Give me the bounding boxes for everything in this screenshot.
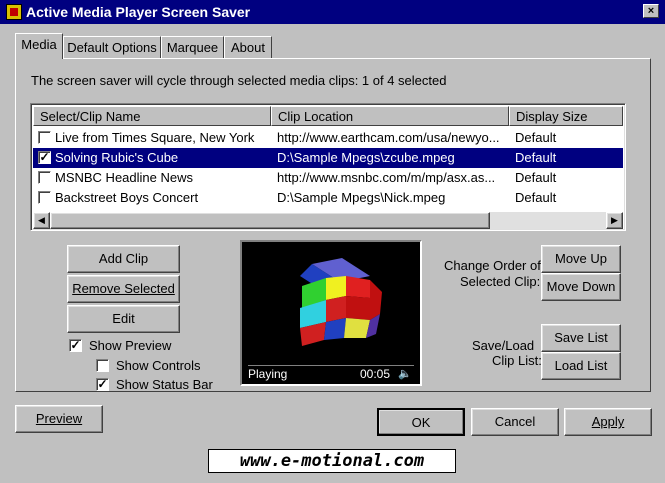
show-controls-label: Show Controls: [116, 358, 201, 373]
window-title: Active Media Player Screen Saver: [26, 4, 251, 20]
playback-state: Playing: [248, 367, 288, 381]
edit-button[interactable]: Edit: [67, 305, 180, 333]
clip-row[interactable]: Live from Times Square, New York http://…: [33, 128, 623, 148]
load-list-button[interactable]: Load List: [541, 352, 621, 380]
show-preview-label: Show Preview: [89, 338, 172, 353]
title-bar: Active Media Player Screen Saver ×: [0, 0, 665, 24]
clip-checkbox-checked[interactable]: ✓: [38, 151, 51, 164]
clip-checkbox[interactable]: [38, 191, 51, 204]
move-down-button[interactable]: Move Down: [541, 273, 621, 301]
cancel-button[interactable]: Cancel: [471, 408, 559, 436]
column-header-clip-location[interactable]: Clip Location: [271, 106, 509, 126]
remove-selected-button[interactable]: Remove Selected: [67, 275, 180, 303]
clip-name: Live from Times Square, New York: [55, 130, 255, 145]
tab-default-options[interactable]: Default Options: [63, 36, 161, 58]
selection-summary: The screen saver will cycle through sele…: [31, 73, 447, 88]
clip-location: http://www.earthcam.com/usa/newyo...: [277, 130, 500, 145]
clip-location: D:\Sample Mpegs\Nick.mpeg: [277, 190, 446, 205]
horizontal-scrollbar[interactable]: ◀ ▶: [33, 212, 623, 229]
clip-checkbox[interactable]: [38, 171, 51, 184]
scroll-left-arrow-icon[interactable]: ◀: [33, 212, 50, 229]
tab-about[interactable]: About: [224, 36, 272, 58]
speaker-muted-icon[interactable]: 🔈: [398, 366, 412, 382]
clip-location: http://www.msnbc.com/m/mp/asx.as...: [277, 170, 496, 185]
tab-about-label: About: [231, 40, 265, 55]
save-load-label-line2: Clip List:: [492, 353, 542, 368]
ok-button[interactable]: OK: [377, 408, 465, 436]
rubiks-cube-image: [300, 258, 382, 346]
change-order-label-line1: Change Order of: [444, 258, 541, 273]
save-list-button[interactable]: Save List: [541, 324, 621, 352]
clip-row[interactable]: Backstreet Boys Concert D:\Sample Mpegs\…: [33, 188, 623, 208]
tab-default-options-label: Default Options: [67, 40, 157, 55]
clip-display-size: Default: [515, 130, 557, 145]
clip-list[interactable]: Select/Clip Name Clip Location Display S…: [30, 103, 626, 231]
scroll-thumb[interactable]: [50, 212, 490, 229]
clip-location: D:\Sample Mpegs\zcube.mpeg: [277, 150, 455, 165]
save-load-label-line1: Save/Load: [472, 338, 535, 353]
show-status-bar-label: Show Status Bar: [116, 377, 213, 392]
tab-marquee[interactable]: Marquee: [161, 36, 224, 58]
clip-row[interactable]: MSNBC Headline News http://www.msnbc.com…: [33, 168, 623, 188]
scroll-right-arrow-icon[interactable]: ▶: [606, 212, 623, 229]
clip-display-size: Default: [515, 170, 557, 185]
tab-media-label: Media: [21, 37, 57, 52]
clip-row-selected[interactable]: ✓ Solving Rubic's Cube D:\Sample Mpegs\z…: [33, 148, 623, 168]
clip-name: MSNBC Headline News: [55, 170, 193, 185]
clip-name: Solving Rubic's Cube: [55, 150, 179, 165]
column-header-display-size[interactable]: Display Size: [509, 106, 623, 126]
clip-display-size: Default: [515, 150, 557, 165]
show-preview-checkbox[interactable]: ✓: [69, 339, 82, 352]
preview-status-bar: Playing 00:05 🔈: [248, 365, 414, 382]
tab-media[interactable]: Media: [15, 33, 63, 59]
close-button[interactable]: ×: [643, 4, 659, 18]
clip-checkbox[interactable]: [38, 131, 51, 144]
apply-button[interactable]: Apply: [564, 408, 652, 436]
show-status-bar-checkbox[interactable]: ✓: [96, 378, 109, 391]
website-link[interactable]: www.e-motional.com: [208, 449, 456, 473]
tab-marquee-label: Marquee: [166, 40, 219, 55]
move-up-button[interactable]: Move Up: [541, 245, 621, 273]
show-controls-checkbox[interactable]: [96, 359, 109, 372]
app-icon: [6, 4, 22, 20]
column-header-clip-name[interactable]: Select/Clip Name: [33, 106, 271, 126]
clip-name: Backstreet Boys Concert: [55, 190, 199, 205]
video-preview: Playing 00:05 🔈: [240, 240, 422, 386]
clip-display-size: Default: [515, 190, 557, 205]
change-order-label-line2: Selected Clip:: [460, 274, 541, 289]
preview-button[interactable]: Preview: [15, 405, 103, 433]
playback-time: 00:05: [360, 367, 391, 381]
add-clip-button[interactable]: Add Clip: [67, 245, 180, 273]
